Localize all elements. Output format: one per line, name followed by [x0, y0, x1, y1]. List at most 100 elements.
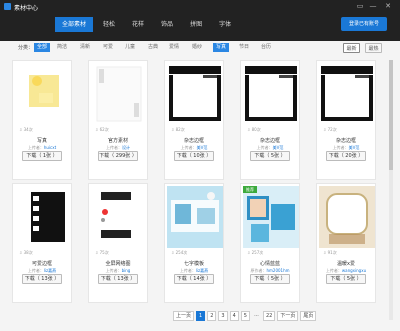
material-card[interactable]: ⇩ 72次 杂志边框 上传者：美V范 下载（ 20张 ）	[316, 60, 376, 180]
category-all[interactable]: 全部	[34, 43, 51, 52]
tab-decor[interactable]: 饰品	[154, 17, 180, 32]
thumbnail-portrait[interactable]	[15, 63, 71, 125]
count-text: 257次	[251, 250, 264, 255]
thumbnail-magazine-frame[interactable]	[319, 63, 375, 125]
category-simple[interactable]: 简洁	[54, 43, 70, 52]
uploader-link[interactable]: 美V范	[197, 145, 208, 150]
download-button[interactable]: 下载（ 13张 ）	[98, 274, 138, 284]
thumbnail-magazine-frame[interactable]	[243, 63, 299, 125]
uploader-link[interactable]: 设计	[122, 145, 130, 150]
uploader-link[interactable]: liz嘉燕	[196, 268, 208, 273]
minimize-icon[interactable]: —	[367, 2, 379, 10]
material-card[interactable]: ⇩ 38次 可爱边框 上传者：liz嘉燕 下载（ 13张 ）	[12, 183, 72, 303]
card-title: 心情蓝蓝	[259, 261, 280, 267]
uploader-prefix: 上传者：	[325, 268, 342, 273]
scrollbar-thumb[interactable]	[389, 60, 393, 170]
uploader-prefix: 上传者：	[179, 268, 196, 273]
count-text: 38次	[23, 250, 33, 255]
signin-button[interactable]: 登录已有账号	[341, 17, 387, 31]
category-portrait[interactable]: 写真	[213, 43, 230, 52]
category-wedding[interactable]: 婚纱	[189, 43, 205, 52]
pagination: 上一页 1 2 3 4 5 ... 22 下一页 尾页	[173, 311, 318, 321]
tab-easy[interactable]: 轻松	[96, 17, 122, 32]
page-22[interactable]: 22	[262, 311, 276, 321]
card-title: 官方素材	[107, 138, 128, 144]
sort-hottest-button[interactable]: 最热	[365, 43, 382, 53]
download-button[interactable]: 下载（ 1张 ）	[22, 151, 62, 161]
tab-all[interactable]: 全部素材	[55, 17, 94, 32]
thumbnail-official[interactable]	[91, 63, 147, 125]
close-icon[interactable]: ✕	[382, 2, 394, 10]
material-card[interactable]: 推荐 ⇩ 257次 心情蓝蓝 原作者：hm2001hm 下载（ 5张 ）	[240, 183, 300, 303]
category-love[interactable]: 爱情	[166, 43, 182, 52]
thumbnail-magazine-frame[interactable]	[167, 63, 223, 125]
material-card[interactable]: ⇩ 91次 温暖x爱 上传者：wangxingxu 下载（ 5张 ）	[316, 183, 376, 303]
download-count: ⇩ 254次	[171, 250, 188, 255]
category-kids[interactable]: 儿童	[122, 43, 138, 52]
page-2[interactable]: 2	[207, 311, 217, 321]
material-card[interactable]: ⇩ 62次 官方素材 上传者：设计 下载（ 299张 ）	[88, 60, 148, 180]
uploader-link[interactable]: hm2001hm	[266, 268, 289, 273]
page-3[interactable]: 3	[218, 311, 228, 321]
category-holiday[interactable]: 节日	[236, 43, 252, 52]
thumbnail-warm-love[interactable]	[319, 186, 375, 248]
download-button[interactable]: 下载（ 5张 ）	[250, 274, 290, 284]
uploader-prefix: 上传者：	[332, 145, 349, 150]
uploader-prefix: 上传者：	[106, 145, 122, 150]
count-text: 75次	[99, 250, 109, 255]
page-5[interactable]: 5	[240, 311, 250, 321]
download-button[interactable]: 下载（ 5张 ）	[326, 274, 366, 284]
uploader-link[interactable]: liz嘉燕	[44, 268, 56, 273]
uploader-link[interactable]: wangxingxu	[342, 268, 366, 273]
download-button[interactable]: 下载（ 299张 ）	[98, 151, 138, 161]
thumbnail-blue-mood[interactable]	[243, 186, 299, 248]
uploader-prefix: 原作者：	[250, 268, 267, 273]
category-cute[interactable]: 可爱	[100, 43, 116, 52]
material-card[interactable]: ⇩ 34次 写真 上传者：huicxt 下载（ 1张 ）	[12, 60, 72, 180]
material-card[interactable]: ⇩ 82次 杂志边框 上传者：美V范 下载（ 10张 ）	[164, 60, 224, 180]
page-1[interactable]: 1	[196, 311, 206, 321]
download-button[interactable]: 下载（ 13张 ）	[22, 274, 62, 284]
prev-page-button[interactable]: 上一页	[173, 311, 195, 321]
tab-collage[interactable]: 拼图	[183, 17, 209, 32]
material-card[interactable]: ⇩ 254次 七字模板 上传者：liz嘉燕 下载（ 14张 ）	[164, 183, 224, 303]
card-title: 七字模板	[183, 261, 204, 267]
page-4[interactable]: 4	[229, 311, 239, 321]
next-page-button[interactable]: 下一页	[277, 311, 299, 321]
card-title: 温暖x爱	[337, 261, 355, 267]
download-button[interactable]: 下载（ 10张 ）	[174, 151, 214, 161]
window-title: 素材中心	[14, 5, 39, 12]
last-page-button[interactable]: 尾页	[300, 311, 317, 321]
material-card[interactable]: ⇩ 80次 杂志边框 上传者：美V范 下载（ 5张 ）	[240, 60, 300, 180]
tab-bar: 全部素材 轻松 花样 饰品 拼图 字体	[55, 17, 241, 32]
uploader-link[interactable]: 美V范	[273, 145, 284, 150]
thumbnail-fullscreen[interactable]	[91, 186, 147, 248]
tab-pattern[interactable]: 花样	[125, 17, 151, 32]
card-title: 可爱边框	[31, 261, 52, 267]
tab-font[interactable]: 字体	[212, 17, 238, 32]
uploader-link[interactable]: huicxt	[44, 145, 56, 150]
download-button[interactable]: 下载（ 20张 ）	[326, 151, 366, 161]
download-button[interactable]: 下载（ 5张 ）	[250, 151, 290, 161]
restore-icon[interactable]: ▭	[354, 2, 366, 10]
download-count: ⇩ 80次	[247, 127, 261, 132]
filter-label: 分类：	[18, 45, 34, 51]
uploader-link[interactable]: 美V范	[349, 145, 360, 150]
download-button[interactable]: 下载（ 14张 ）	[174, 274, 214, 284]
count-text: 62次	[99, 127, 109, 132]
card-title: 全屏网络图	[105, 261, 131, 267]
category-calendar[interactable]: 台历	[258, 43, 274, 52]
thumbnail-cute-frame[interactable]	[15, 186, 71, 248]
download-count: ⇩ 82次	[171, 127, 185, 132]
thumbnail-template[interactable]	[167, 186, 223, 248]
material-card[interactable]: ⇩ 75次 全屏网络图 上传者：bing 下载（ 13张 ）	[88, 183, 148, 303]
download-count: ⇩ 34次	[19, 127, 33, 132]
sort-newest-button[interactable]: 最新	[343, 43, 360, 53]
uploader-link[interactable]: bing	[122, 268, 131, 273]
category-classical[interactable]: 古典	[145, 43, 161, 52]
count-text: 34次	[23, 127, 33, 132]
scrollbar[interactable]	[389, 60, 393, 320]
title-bar: 素材中心 ▭ — ✕ 全部素材 轻松 花样 饰品 拼图 字体 登录已有账号	[0, 0, 400, 41]
category-fresh[interactable]: 清新	[77, 43, 93, 52]
count-text: 82次	[175, 127, 185, 132]
